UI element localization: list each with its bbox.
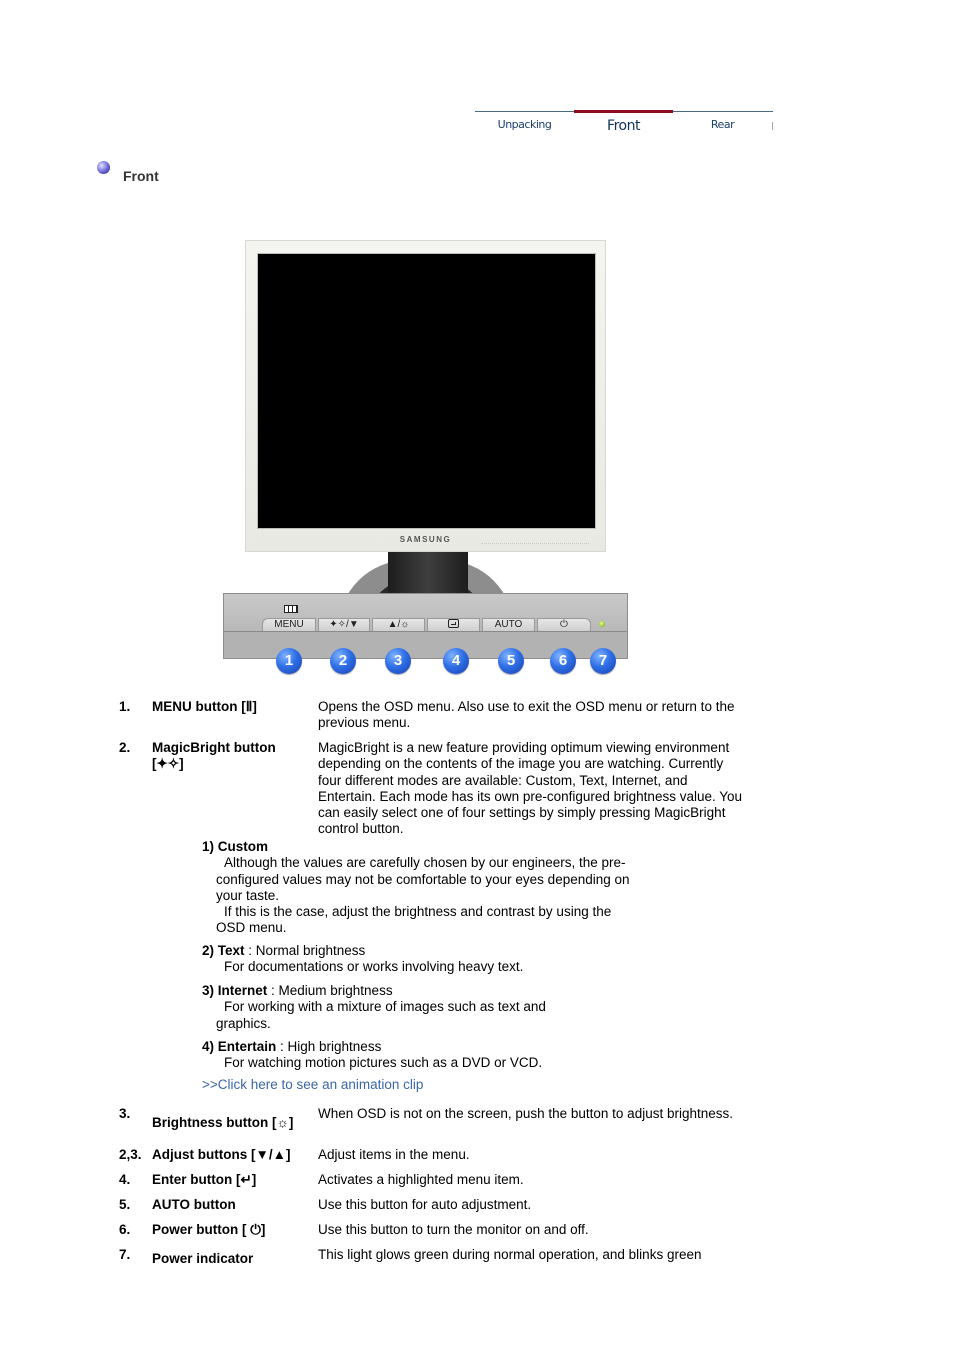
item-number: 3.	[119, 1106, 131, 1121]
power-button[interactable]: ⏻	[537, 618, 591, 631]
power-indicator-led	[599, 621, 605, 627]
callout-7: 7	[590, 648, 616, 674]
mode-title: 1) Custom	[202, 839, 269, 854]
animation-link-row: >>Click here to see an animation clip	[202, 1077, 632, 1093]
item-description: MagicBright is a new feature providing o…	[318, 740, 743, 837]
mode-entertain: 4) Entertain : High brightness For watch…	[202, 1039, 632, 1072]
bezel-markings	[481, 543, 589, 548]
section-title: Front	[123, 168, 159, 184]
item-name: MENU button [Ⅱ]	[152, 699, 257, 714]
mode-line: For watching motion pictures such as a D…	[224, 1055, 543, 1071]
callout-1: 1	[276, 648, 302, 674]
monitor-illustration: SAMSUNG	[245, 240, 606, 552]
mode-line: If this is the case, adjust the brightne…	[216, 904, 612, 936]
mode-internet: 3) Internet : Medium brightness For work…	[202, 983, 632, 1032]
enter-icon	[448, 619, 459, 628]
mode-line: Although the values are carefully chosen…	[216, 855, 630, 903]
auto-button[interactable]: AUTO	[482, 618, 535, 631]
item-name: Power indicator	[152, 1251, 254, 1266]
magicbright-down-icon: ✦✧/▼	[329, 619, 359, 630]
callout-4: 4	[443, 648, 469, 674]
mode-title: 4) Entertain	[202, 1039, 277, 1054]
monitor-stand-neck	[388, 552, 468, 597]
item-description: Use this button for auto adjustment.	[318, 1197, 532, 1212]
item-number: 6.	[119, 1222, 131, 1237]
magicbright-down-button[interactable]: ✦✧/▼	[318, 618, 370, 631]
item-name: Power button [ ⏻]	[152, 1222, 266, 1237]
tab-navigation: Unpacking Front Rear	[475, 110, 773, 140]
up-brightness-button[interactable]: ▲/☼	[372, 618, 425, 631]
callout-5: 5	[498, 648, 524, 674]
control-panel-edge	[224, 631, 627, 632]
power-icon: ⏻	[560, 619, 568, 630]
item-name: MagicBright button [✦✧]	[152, 740, 276, 772]
mode-title: 2) Text	[202, 943, 245, 958]
menu-button[interactable]: MENU	[262, 618, 316, 631]
item-description: Activates a highlighted menu item.	[318, 1172, 524, 1187]
callout-6: 6	[550, 648, 576, 674]
enter-button[interactable]	[427, 618, 480, 631]
item-description: Use this button to turn the monitor on a…	[318, 1222, 589, 1237]
mode-brightness: : High brightness	[276, 1039, 382, 1054]
item-description: Opens the OSD menu. Also use to exit the…	[318, 699, 735, 731]
tab-front[interactable]: Front	[574, 110, 673, 140]
item-number: 7.	[119, 1247, 131, 1262]
active-tab-indicator	[574, 110, 673, 113]
item-description: When OSD is not on the screen, push the …	[318, 1106, 733, 1121]
mode-custom: 1) Custom Although the values are carefu…	[202, 839, 632, 937]
tab-unpacking[interactable]: Unpacking	[475, 110, 574, 140]
item-description: Adjust items in the menu.	[318, 1147, 470, 1162]
item-name: Adjust buttons [▼/▲]	[152, 1147, 291, 1162]
menu-icon	[284, 605, 298, 613]
mode-line: For working with a mixture of images suc…	[216, 999, 546, 1031]
callout-3: 3	[385, 648, 411, 674]
callout-2: 2	[330, 648, 356, 674]
item-number: 5.	[119, 1197, 131, 1212]
bullet-icon	[97, 161, 110, 174]
mode-title: 3) Internet	[202, 983, 268, 998]
item-name: Enter button [↵]	[152, 1172, 257, 1187]
item-number: 2.	[119, 740, 131, 755]
mode-text: 2) Text : Normal brightness For document…	[202, 943, 632, 976]
item-number: 4.	[119, 1172, 131, 1187]
tab-separator	[772, 122, 773, 130]
monitor-screen	[258, 254, 595, 528]
mode-brightness: : Normal brightness	[244, 943, 366, 958]
item-number: 1.	[119, 699, 131, 714]
animation-clip-link[interactable]: >>Click here to see an animation clip	[202, 1077, 423, 1092]
tab-rear[interactable]: Rear	[673, 110, 772, 140]
item-name: Brightness button [☼]	[152, 1115, 294, 1130]
item-description: This light glows green during normal ope…	[318, 1247, 702, 1262]
mode-brightness: : Medium brightness	[267, 983, 393, 998]
up-brightness-icon: ▲/☼	[387, 619, 410, 630]
item-name: AUTO button	[152, 1197, 236, 1212]
mode-line: For documentations or works involving he…	[224, 959, 524, 975]
item-number: 2,3.	[119, 1147, 142, 1162]
